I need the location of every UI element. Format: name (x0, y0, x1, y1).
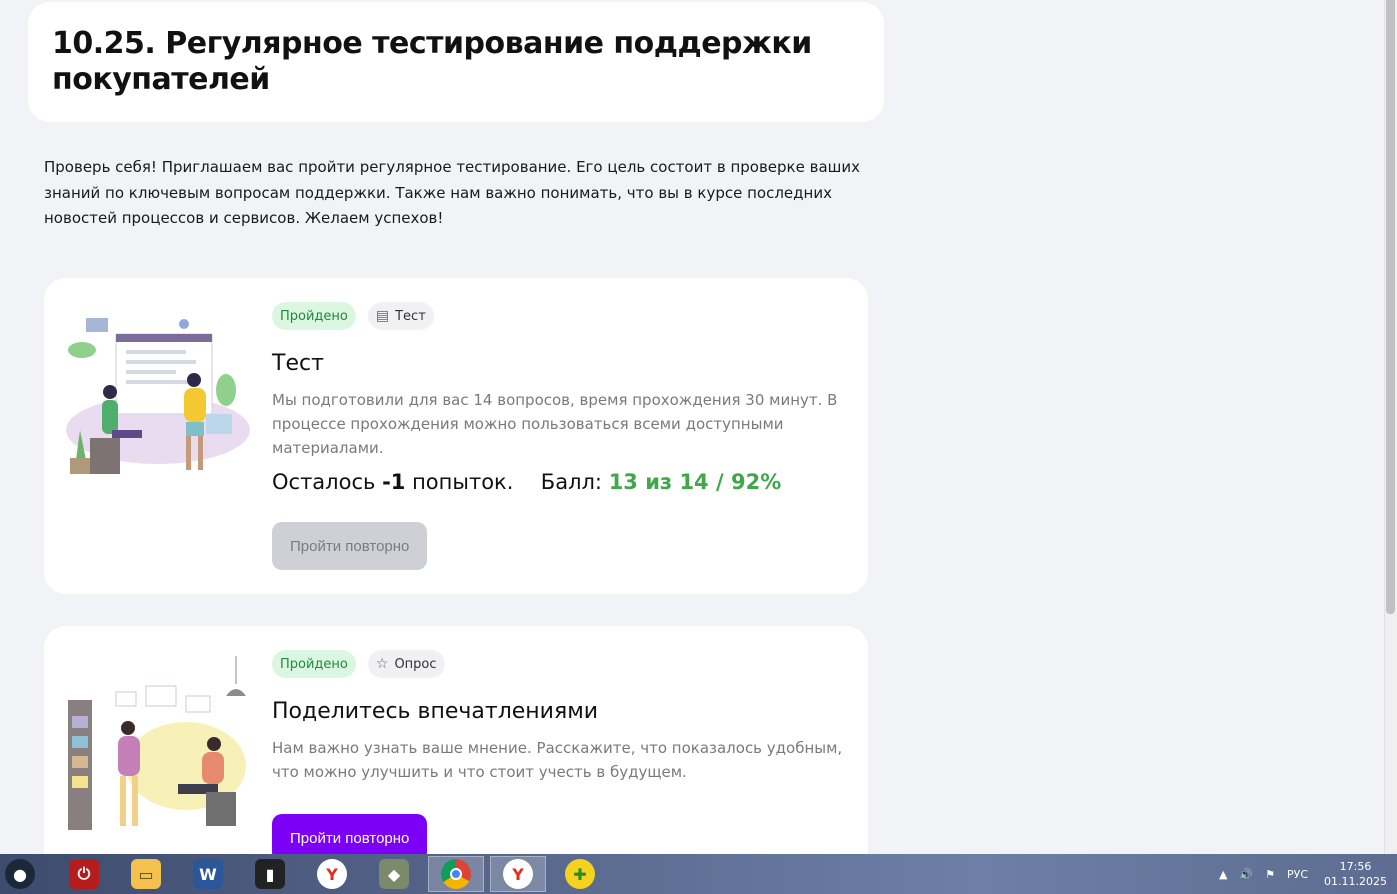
type-badge: ▤ Тест (367, 302, 434, 330)
score-label: Балл: (540, 470, 602, 494)
score-value: 13 из 14 / 92% (608, 470, 782, 494)
word-icon[interactable]: W (180, 856, 236, 892)
type-badge-label: Опрос (394, 656, 437, 672)
system-tray: ▲ 🔊 ⚑ РУС 17:56 01.11.2025 (1213, 854, 1397, 894)
stats-icon[interactable]: ▮ (242, 856, 298, 892)
status-badge: Пройдено (272, 650, 356, 678)
test-stats: Осталось -1 попыток. Балл: 13 из 14 / 92… (272, 468, 844, 496)
page-title-card: 10.25. Регулярное тестирование поддержки… (28, 2, 884, 122)
retake-test-button[interactable]: Пройти повторно (272, 522, 428, 570)
survey-card: Пройдено ☆ Опрос Поделитесь впечатлениям… (44, 626, 868, 886)
power-icon[interactable]: ⏻ (56, 856, 112, 892)
yandex-browser-icon[interactable]: Y (490, 856, 546, 892)
survey-illustration (66, 656, 250, 836)
clock-date: 01.11.2025 (1324, 875, 1387, 888)
status-badge: Пройдено (272, 302, 356, 330)
card-description: Мы подготовили для вас 14 вопросов, врем… (272, 391, 838, 457)
flag-icon[interactable]: ⚑ (1265, 868, 1275, 881)
attempts-suffix: попыток. (412, 470, 514, 494)
test-card: Пройдено ▤ Тест Тест Мы подготовили для … (44, 278, 868, 594)
clock-time: 17:56 (1339, 860, 1372, 873)
chrome-icon[interactable] (428, 856, 484, 892)
intro-text: Проверь себя! Приглашаем вас пройти регу… (44, 158, 860, 227)
plus-app-icon[interactable]: ✚ (552, 856, 608, 892)
chevron-up-icon[interactable]: ▲ (1219, 868, 1227, 881)
yandex-browser-icon[interactable]: Y (304, 856, 360, 892)
type-badge-label: Тест (395, 308, 426, 324)
windows-taskbar: ● ⏻ ▭ W ▮ Y ◆ Y ✚ ▲ 🔊 ⚑ РУС 17:56 01.11.… (0, 854, 1397, 894)
card-description: Нам важно узнать ваше мнение. Расскажите… (272, 739, 843, 781)
card-title: Поделитесь впечатлениями (272, 699, 599, 724)
clock[interactable]: 17:56 01.11.2025 (1324, 859, 1387, 889)
language-indicator[interactable]: РУС (1287, 868, 1308, 881)
steam-icon[interactable]: ● (0, 856, 48, 892)
page-scrollbar[interactable] (1384, 0, 1397, 854)
star-icon: ☆ (375, 656, 389, 672)
attempts-value: -1 (382, 470, 406, 494)
file-explorer-icon[interactable]: ▭ (118, 856, 174, 892)
app-icon[interactable]: ◆ (366, 856, 422, 892)
scrollbar-thumb[interactable] (1386, 0, 1395, 614)
card-title: Тест (272, 351, 324, 376)
page-title: 10.25. Регулярное тестирование поддержки… (52, 26, 812, 97)
test-illustration (66, 310, 250, 490)
type-badge: ☆ Опрос (367, 650, 445, 678)
attempts-prefix: Осталось (272, 470, 376, 494)
volume-icon[interactable]: 🔊 (1239, 868, 1253, 881)
document-icon: ▤ (375, 308, 390, 324)
